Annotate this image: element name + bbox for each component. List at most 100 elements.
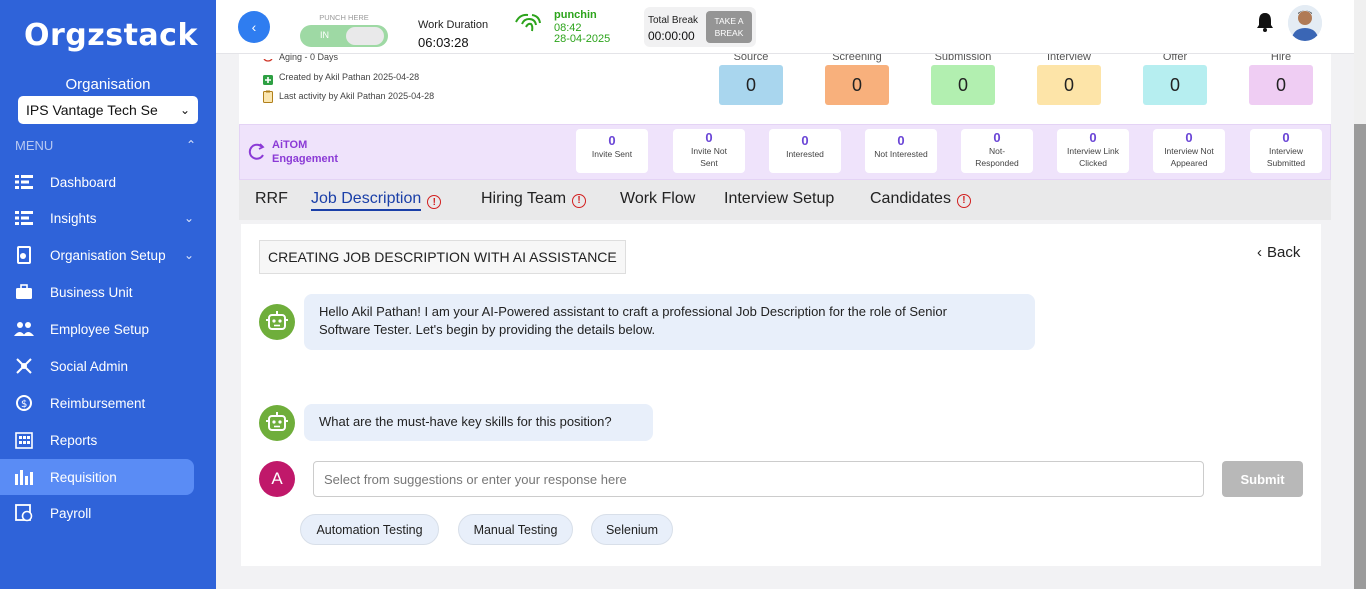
response-input[interactable] [313,461,1204,497]
clock-icon [263,54,273,64]
warning-icon: ! [956,193,971,208]
organisation-label: Organisation [65,76,151,93]
engagement-card[interactable]: 0 Not- Responded [961,129,1033,173]
sidebar: Orgzstack Organisation IPS Vantage Tech … [0,0,216,589]
tab-candidates[interactable]: Candidates ! [870,190,971,208]
engagement-card[interactable]: 0 Interview Link Clicked [1057,129,1129,173]
engagement-subtitle: Engagement [272,153,339,165]
back-button[interactable]: ‹ Back [1257,244,1300,261]
collapse-sidebar-button[interactable]: ‹ [238,11,270,43]
plus-square-icon [263,72,273,85]
back-label: Back [1267,244,1301,261]
insights-icon [13,207,35,229]
punch-status-title: punchin [554,9,597,21]
stage-submission[interactable]: Submission 0 [931,54,995,105]
stage-count: 0 [825,65,889,105]
created-by-text: Created by Akil Pathan 2025-04-28 [279,72,420,82]
sidebar-item-label: Business Unit [50,284,133,300]
avatar[interactable] [1288,5,1322,41]
take-break-button[interactable]: TAKE A BREAK [706,11,752,43]
tab-interview-setup[interactable]: Interview Setup [724,190,834,208]
stage-label: Interview [1046,54,1092,63]
punch-toggle-group: PUNCH HERE IN [298,9,390,49]
message-line: Hello Akil Pathan! I am your AI-Powered … [319,304,947,319]
engagement-label: Submitted [1266,158,1306,168]
punch-here-label: PUNCH HERE [319,13,369,22]
stage-hire[interactable]: Hire 0 [1249,54,1313,105]
punch-toggle[interactable]: IN [300,25,388,47]
engagement-card[interactable]: 0 Interview Submitted [1250,129,1322,173]
tab-hiring-team[interactable]: Hiring Team ! [481,190,587,208]
suggestion-chip[interactable]: Selenium [591,514,673,545]
take-break-label-2: BREAK [714,28,744,38]
punch-date: 28-04-2025 [554,33,611,45]
engagement-title: AiTOM [272,139,308,151]
stage-label: Screening [832,54,882,63]
sidebar-item-social-admin[interactable]: Social Admin [0,348,194,384]
tab-rrf[interactable]: RRF [255,190,288,208]
engagement-label: Not- [988,146,1006,156]
stage-source[interactable]: Source 0 [719,54,783,105]
suggestion-chip[interactable]: Manual Testing [458,514,573,545]
stage-label: Source [733,54,769,63]
sidebar-item-requisition[interactable]: Requisition [0,459,194,495]
tab-work-flow[interactable]: Work Flow [620,190,695,208]
reports-icon [13,429,35,451]
organisation-select-value: IPS Vantage Tech Se [26,102,158,118]
sidebar-item-reimbursement[interactable]: $ Reimbursement [0,385,194,421]
message-line: Software Tester. Let's begin by providin… [319,322,656,337]
sidebar-item-label: Reimbursement [50,395,146,411]
engagement-label: Interested [786,149,824,159]
tab-label: RRF [255,190,288,207]
sidebar-item-business-unit[interactable]: Business Unit [0,274,194,310]
suggestion-chip[interactable]: Automation Testing [300,514,439,545]
total-break-label: Total Break [648,15,699,26]
toggle-knob [346,27,384,45]
total-break-value: 00:00:00 [648,29,695,43]
last-activity-text: Last activity by Akil Pathan 2025-04-28 [279,91,435,101]
sidebar-item-payroll[interactable]: Payroll [0,495,194,531]
ai-bot-icon [259,304,295,340]
stage-screening[interactable]: Screening 0 [825,54,889,105]
engagement-label: Clicked [1079,158,1107,168]
engagement-value: 0 [1185,130,1193,145]
submit-button[interactable]: Submit [1222,461,1303,497]
sidebar-item-label: Dashboard [50,174,117,190]
sidebar-item-dashboard[interactable]: Dashboard [0,164,194,200]
stage-count: 0 [1143,65,1207,105]
work-duration-value: 06:03:28 [418,35,469,50]
tab-job-description[interactable]: Job Description ! [311,190,442,211]
scrollbar-thumb[interactable] [1354,124,1366,589]
work-duration-label: Work Duration [418,19,489,31]
engagement-value: 0 [1089,130,1097,145]
engagement-label: Responded [975,158,1019,168]
clipboard-icon [263,90,273,103]
stage-interview[interactable]: Interview 0 [1037,54,1101,105]
engagement-value: 0 [1282,130,1290,145]
organisation-select[interactable]: IPS Vantage Tech Se ⌄ [18,96,198,124]
stage-offer[interactable]: Offer 0 [1143,54,1207,105]
engagement-value: 0 [801,133,809,148]
bell-icon[interactable] [1256,12,1274,32]
engagement-card[interactable]: 0 Not Interested [865,129,937,173]
sidebar-item-employee-setup[interactable]: Employee Setup [0,311,194,347]
engagement-label: Invite Not [691,146,727,156]
engagement-label: Invite Sent [591,149,633,159]
briefcase-icon [13,281,35,303]
social-icon [13,355,35,377]
engagement-card[interactable]: 0 Interview Not Appeared [1153,129,1225,173]
ai-message: Hello Akil Pathan! I am your AI-Powered … [304,294,1035,350]
tab-label: Job Description [311,190,422,211]
engagement-card[interactable]: 0 Interested [769,129,841,173]
engagement-label: Sent [700,158,718,168]
sidebar-item-reports[interactable]: Reports [0,422,194,458]
reimbursement-icon: $ [13,392,35,414]
engagement-card[interactable]: 0 Invite Sent [576,129,648,173]
org-setup-icon [13,244,35,266]
menu-collapse-icon[interactable]: ⌃ [186,138,196,152]
engagement-card[interactable]: 0 Invite Not Sent [673,129,745,173]
break-panel: Total Break 00:00:00 TAKE A BREAK [644,7,756,47]
dashboard-icon [13,171,35,193]
sidebar-item-organisation-setup[interactable]: Organisation Setup ⌄ [0,237,194,273]
sidebar-item-insights[interactable]: Insights ⌄ [0,200,194,236]
